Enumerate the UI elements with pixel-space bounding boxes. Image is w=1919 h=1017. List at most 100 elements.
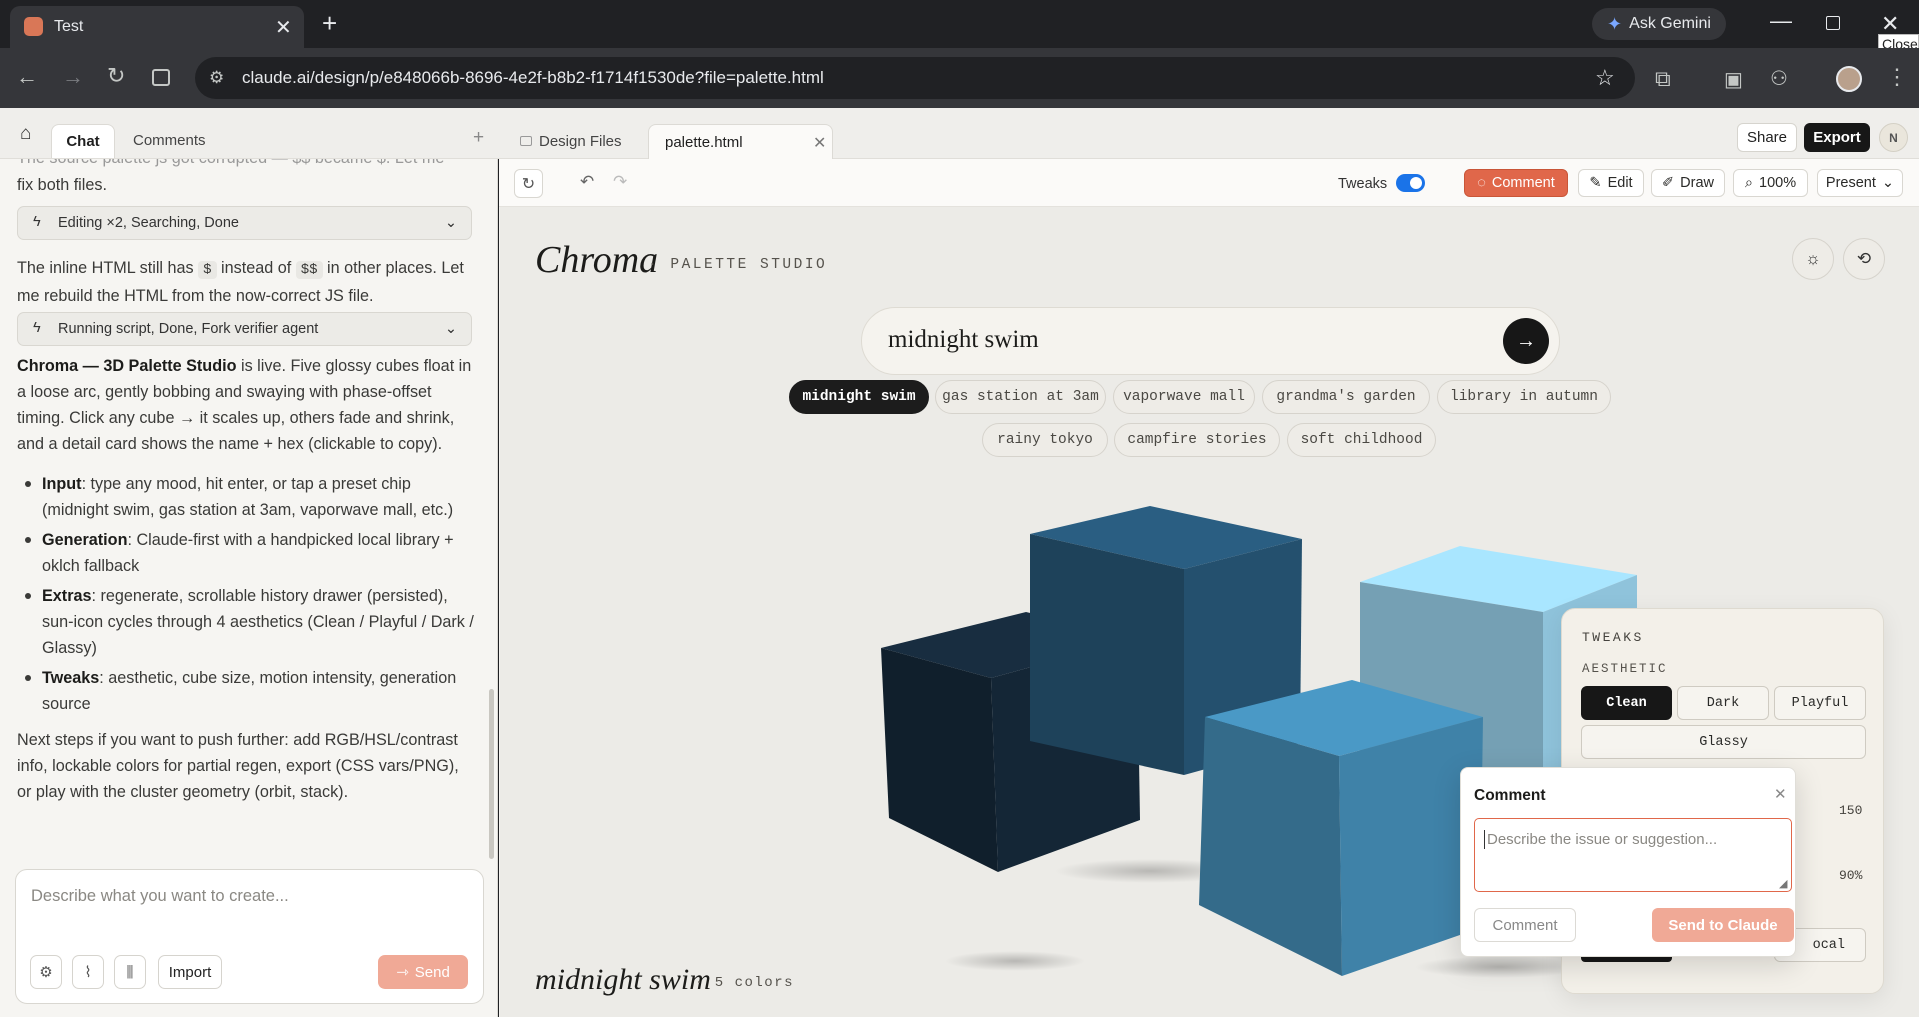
- tool-summary-2-label: Running script, Done, Fork verifier agen…: [58, 321, 319, 337]
- comment-icon: ◌: [1477, 175, 1486, 191]
- app-topbar: [0, 108, 1919, 159]
- close-file-tab-icon[interactable]: ✕: [813, 133, 826, 153]
- restore-window-icon[interactable]: [1826, 16, 1840, 30]
- comment-mode-button[interactable]: ◌ Comment: [1464, 169, 1568, 197]
- back-icon[interactable]: ←: [16, 64, 38, 90]
- export-label: Export: [1813, 129, 1861, 146]
- import-button[interactable]: Import: [158, 955, 222, 989]
- incognito-icon[interactable]: ⚇: [1770, 66, 1788, 91]
- tool-summary-1[interactable]: ϟ Editing ×2, Searching, Done ⌄: [17, 206, 472, 240]
- site-info-icon[interactable]: ⚙: [209, 68, 224, 88]
- browser-tab-title: Test: [54, 18, 84, 35]
- share-label: Share: [1746, 129, 1788, 146]
- color-cube-3[interactable]: [1199, 680, 1483, 976]
- aesthetic-option-playful[interactable]: Playful: [1774, 686, 1866, 720]
- refresh-icon: ↻: [521, 175, 536, 193]
- bolt-icon: ϟ: [33, 320, 41, 336]
- list-item-bold: Tweaks: [42, 669, 100, 687]
- palette-name: midnight swim: [535, 963, 711, 996]
- palette-count: · 5 colors: [695, 975, 795, 991]
- resize-handle-icon[interactable]: ◢: [1779, 877, 1787, 890]
- gemini-icon: ✦: [1607, 13, 1623, 34]
- send-icon: ⇾: [396, 964, 409, 981]
- split-view-icon[interactable]: [152, 69, 170, 86]
- composer-input[interactable]: Describe what you want to create...: [31, 887, 289, 906]
- tab-comments[interactable]: Comments: [133, 132, 206, 149]
- cube-size-value: 150: [1839, 803, 1863, 818]
- cube-shadow: [945, 951, 1085, 971]
- new-tab-button[interactable]: +: [322, 8, 337, 39]
- aesthetic-option-glassy[interactable]: Glassy: [1581, 725, 1866, 759]
- motion-value: 90%: [1839, 868, 1863, 883]
- chat-message-0: fix both files.: [17, 176, 107, 194]
- url-text[interactable]: claude.ai/design/p/e848066b-8696-4e2f-b8…: [242, 68, 824, 88]
- draw-button[interactable]: ✐ Draw: [1651, 169, 1725, 197]
- chevron-down-icon: ⌄: [444, 215, 457, 231]
- list-item-bold: Input: [42, 475, 82, 493]
- ask-gemini-button[interactable]: ✦ Ask Gemini: [1592, 8, 1726, 40]
- tab-chat[interactable]: Chat: [51, 124, 115, 158]
- address-bar[interactable]: ⚙ claude.ai/design/p/e848066b-8696-4e2f-…: [195, 57, 1635, 99]
- send-button[interactable]: ⇾ Send: [378, 955, 468, 989]
- tab-design-files[interactable]: Design Files: [520, 126, 640, 156]
- list-item-bold: Generation: [42, 531, 128, 549]
- option-label: Clean: [1606, 695, 1647, 711]
- bookmark-star-icon[interactable]: ☆: [1595, 65, 1615, 91]
- user-avatar[interactable]: N: [1879, 123, 1908, 152]
- menu-kebab-icon[interactable]: ⋮: [1886, 64, 1908, 90]
- textarea-cursor: [1484, 830, 1485, 849]
- inline-code-1: $: [198, 261, 217, 279]
- undo-icon[interactable]: ↶: [580, 172, 594, 192]
- tweaks-title: TWEAKS: [1582, 630, 1644, 645]
- close-popup-icon[interactable]: ✕: [1774, 785, 1787, 803]
- tab-design-files-label: Design Files: [539, 132, 622, 150]
- present-button[interactable]: Present ⌄: [1817, 169, 1903, 197]
- export-button[interactable]: Export: [1804, 123, 1870, 152]
- list-item-text: : aesthetic, cube size, motion intensity…: [42, 669, 457, 713]
- list-item-text: : regenerate, scrollable history drawer …: [42, 587, 474, 657]
- settings-button[interactable]: ⚙: [30, 955, 62, 989]
- cast-icon[interactable]: ▣: [1724, 67, 1743, 92]
- attach-button[interactable]: ⌇: [72, 955, 104, 989]
- claude-favicon-icon: [24, 17, 43, 36]
- minimize-window-icon[interactable]: —: [1770, 8, 1792, 34]
- chat-partial-text: The source palette js got corrupted — $$…: [17, 159, 444, 167]
- send-to-claude-button[interactable]: Send to Claude: [1652, 908, 1794, 942]
- comment-textarea[interactable]: Describe the issue or suggestion... ◢: [1474, 818, 1792, 892]
- voice-button[interactable]: ⫼: [114, 955, 146, 989]
- extensions-icon[interactable]: ⧉: [1655, 66, 1671, 92]
- add-chat-icon[interactable]: +: [473, 127, 484, 149]
- reload-preview-button[interactable]: ↻: [514, 169, 543, 198]
- aesthetic-option-dark[interactable]: Dark: [1677, 686, 1769, 720]
- home-icon[interactable]: ⌂: [20, 123, 31, 145]
- chat-composer[interactable]: Describe what you want to create... ⚙ ⌇ …: [15, 869, 484, 1004]
- chat-scrollbar[interactable]: [489, 689, 494, 859]
- redo-icon[interactable]: ↷: [613, 172, 627, 192]
- comment-popup-title: Comment: [1474, 787, 1546, 804]
- inline-code-2: $$: [295, 261, 323, 279]
- tab-palette-html[interactable]: palette.html ✕: [648, 124, 833, 159]
- close-tab-icon[interactable]: ✕: [275, 15, 292, 40]
- edit-button[interactable]: ✎ Edit: [1578, 169, 1644, 197]
- forward-icon[interactable]: →: [62, 64, 84, 90]
- aesthetic-option-clean[interactable]: Clean: [1581, 686, 1672, 720]
- pencil-icon: ✎: [1589, 175, 1602, 191]
- comment-placeholder: Describe the issue or suggestion...: [1487, 831, 1718, 848]
- comment-cancel-button[interactable]: Comment: [1474, 908, 1576, 942]
- tool-summary-2[interactable]: ϟ Running script, Done, Fork verifier ag…: [17, 312, 472, 346]
- list-item-text: : type any mood, hit enter, or tap a pre…: [42, 475, 454, 519]
- chat-message-3: Next steps if you want to push further: …: [17, 731, 459, 801]
- toggle-knob: [1410, 177, 1422, 189]
- reload-icon[interactable]: ↻: [107, 63, 125, 89]
- waveform-icon: ⫼: [126, 963, 134, 981]
- browser-tab[interactable]: Test ✕: [10, 6, 304, 48]
- profile-avatar[interactable]: [1836, 66, 1862, 92]
- zoom-label: 100%: [1759, 175, 1797, 191]
- share-button[interactable]: Share: [1737, 123, 1797, 152]
- import-label: Import: [168, 963, 212, 981]
- aesthetic-section-label: AESTHETIC: [1582, 662, 1668, 676]
- tweaks-toggle[interactable]: [1396, 174, 1425, 192]
- zoom-button[interactable]: ⌕ 100%: [1733, 169, 1808, 197]
- chevron-down-icon: ⌄: [1881, 175, 1895, 191]
- comment-cancel-label: Comment: [1492, 916, 1558, 934]
